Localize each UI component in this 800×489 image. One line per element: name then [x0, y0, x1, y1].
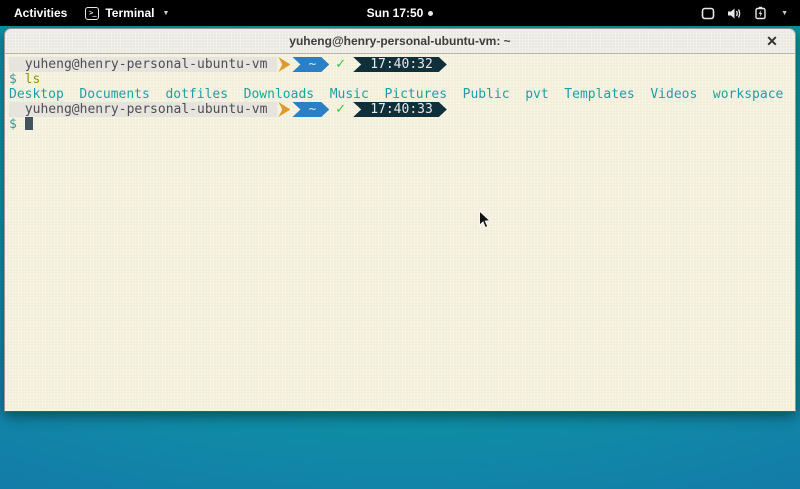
clock-label[interactable]: Sun 17:50 — [367, 6, 424, 20]
directory-name: pvt — [525, 87, 548, 102]
app-menu-terminal[interactable]: >_ Terminal ▼ — [85, 6, 169, 20]
prompt-user-host: yuheng@henry-personal-ubuntu-vm — [9, 57, 277, 72]
close-icon[interactable]: ✕ — [763, 33, 781, 51]
prompt-symbol: $ — [9, 117, 25, 132]
command-text: ls — [25, 72, 41, 87]
powerline-arrow-icon — [278, 57, 290, 72]
directory-name: Documents — [79, 87, 149, 102]
window-titlebar[interactable]: yuheng@henry-personal-ubuntu-vm: ~ ✕ — [4, 28, 796, 54]
chevron-down-icon: ▼ — [781, 10, 788, 17]
check-icon: ✓ — [335, 102, 346, 117]
terminal-icon: >_ — [85, 7, 99, 20]
notification-dot-icon — [428, 11, 433, 16]
directory-name: workspace — [713, 87, 783, 102]
terminal-window: yuheng@henry-personal-ubuntu-vm: ~ ✕ yuh… — [4, 28, 796, 412]
volume-icon — [727, 7, 742, 20]
mouse-cursor-icon — [478, 210, 492, 235]
window-title: yuheng@henry-personal-ubuntu-vm: ~ — [5, 34, 795, 48]
directory-name: dotfiles — [165, 87, 228, 102]
directory-name: Public — [463, 87, 510, 102]
prompt-symbol: $ — [9, 72, 25, 87]
activities-button[interactable]: Activities — [10, 4, 71, 22]
prompt-timestamp: 17:40:33 — [353, 102, 447, 117]
directory-name: Desktop — [9, 87, 64, 102]
prompt-cwd: ~ — [292, 102, 329, 117]
ls-output-line: Desktop Documents dotfiles Downloads Music Pi… — [9, 87, 795, 102]
prompt-timestamp: 17:40:32 — [353, 57, 447, 72]
top-bar: Activities >_ Terminal ▼ Sun 17:50 — [0, 0, 800, 26]
input-line: $ — [9, 117, 795, 132]
app-menu-label: Terminal — [105, 6, 154, 20]
check-icon: ✓ — [335, 57, 346, 72]
command-line: $ ls — [9, 72, 795, 87]
directory-name: Videos — [650, 87, 697, 102]
chevron-down-icon: ▼ — [162, 10, 169, 17]
terminal-content[interactable]: yuheng@henry-personal-ubuntu-vm ~ ✓ 17:4… — [4, 54, 796, 412]
directory-name: Templates — [564, 87, 634, 102]
powerline-arrow-icon — [278, 102, 290, 117]
directory-name: Pictures — [384, 87, 447, 102]
prompt-user-host: yuheng@henry-personal-ubuntu-vm — [9, 102, 277, 117]
network-icon — [701, 7, 715, 20]
system-status-area[interactable]: ▼ — [701, 6, 800, 20]
prompt-line: yuheng@henry-personal-ubuntu-vm ~ ✓ 17:4… — [9, 102, 795, 117]
directory-name: Downloads — [244, 87, 314, 102]
directory-name: Music — [330, 87, 369, 102]
battery-charging-icon — [754, 6, 767, 20]
text-cursor — [25, 117, 33, 130]
prompt-line: yuheng@henry-personal-ubuntu-vm ~ ✓ 17:4… — [9, 57, 795, 72]
prompt-cwd: ~ — [292, 57, 329, 72]
